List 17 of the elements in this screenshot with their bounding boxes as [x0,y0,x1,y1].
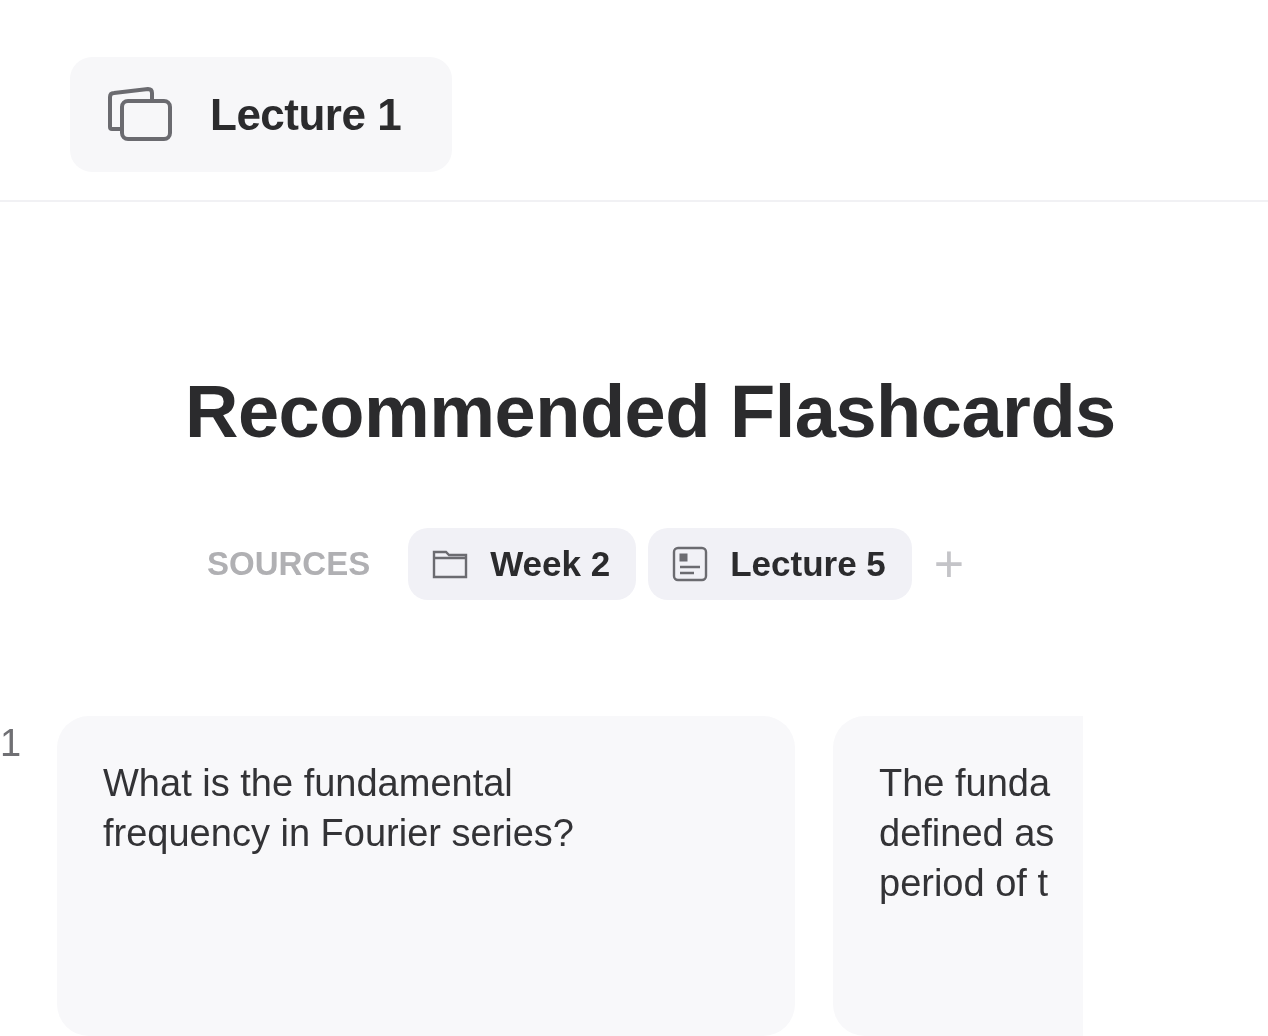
question-text: What is the fundamental [103,761,514,806]
card-number: 1 [0,721,23,766]
source-chip[interactable]: Week 2 [408,528,637,600]
deck-title: Lecture 1 [210,89,402,140]
page-heading: Recommended Flashcards [185,370,1117,454]
deck-tab[interactable]: Lecture 1 [70,57,452,172]
question-text: frequency in Fourier series? [103,811,575,856]
question-card[interactable]: What is the fundamental frequency in Fourier series? [57,716,795,1036]
document-icon [672,546,709,582]
cards-icon [108,86,172,143]
answer-text: defined as [879,811,1056,856]
answer-card[interactable]: The funda defined as period of t [833,716,1083,1036]
folder-icon [432,548,469,580]
sources-label: SOURCES [207,545,371,583]
answer-text: period of t [879,861,1049,906]
source-chip[interactable]: Lecture 5 [648,528,912,600]
answer-text: The funda [879,761,1052,806]
